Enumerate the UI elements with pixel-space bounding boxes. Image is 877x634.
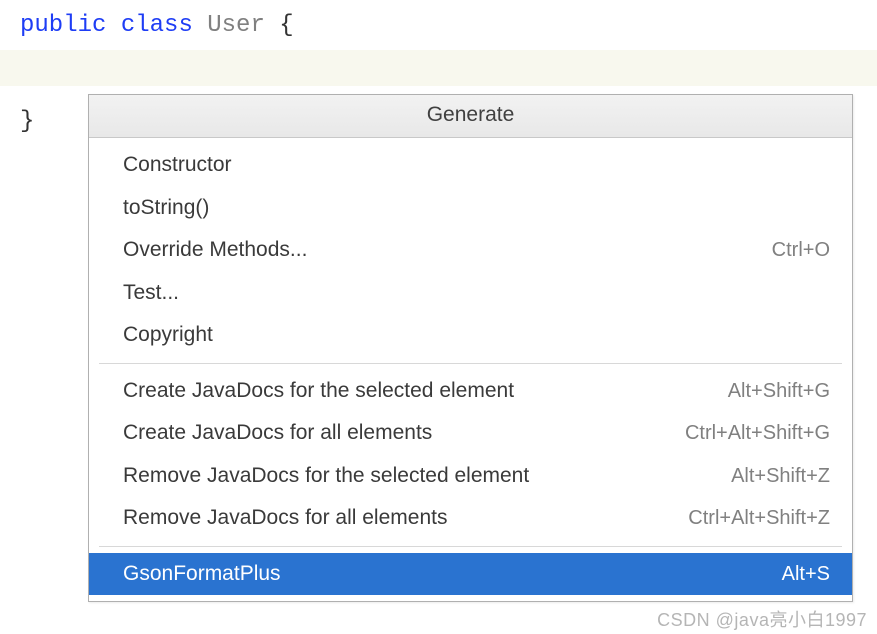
menu-item[interactable]: toString() bbox=[89, 187, 852, 230]
code-editor[interactable]: public class User { bbox=[0, 0, 877, 50]
menu-item-label: toString() bbox=[123, 192, 830, 225]
menu-item-shortcut: Alt+S bbox=[772, 559, 830, 590]
menu-item-label: Copyright bbox=[123, 319, 830, 352]
generate-popup: Generate Constructor toString() Override M… bbox=[88, 94, 853, 602]
menu-item-label: Create JavaDocs for the selected element bbox=[123, 375, 718, 408]
menu-item[interactable]: Create JavaDocs for all elementsCtrl+Alt… bbox=[89, 412, 852, 455]
menu-item-shortcut: Ctrl+Alt+Shift+G bbox=[675, 418, 830, 449]
menu-item-label: GsonFormatPlus bbox=[123, 558, 772, 591]
menu-item-shortcut: Alt+Shift+Z bbox=[721, 461, 830, 492]
class-name: User bbox=[207, 12, 265, 39]
menu-item-label: Constructor bbox=[123, 149, 830, 182]
menu-item-label: Create JavaDocs for all elements bbox=[123, 417, 675, 450]
menu-item[interactable]: Remove JavaDocs for the selected element… bbox=[89, 455, 852, 498]
menu-item-shortcut: Ctrl+Alt+Shift+Z bbox=[678, 503, 830, 534]
menu-item[interactable]: Remove JavaDocs for all elementsCtrl+Alt… bbox=[89, 497, 852, 540]
menu-item[interactable]: Override Methods...Ctrl+O bbox=[89, 229, 852, 272]
menu-item[interactable]: Test... bbox=[89, 272, 852, 315]
popup-group: GsonFormatPlusAlt+S bbox=[89, 547, 852, 602]
menu-item[interactable]: GsonFormatPlusAlt+S bbox=[89, 553, 852, 596]
menu-item-label: Remove JavaDocs for all elements bbox=[123, 502, 678, 535]
menu-item[interactable]: Constructor bbox=[89, 144, 852, 187]
code-line: public class User { bbox=[20, 8, 877, 50]
keyword-class: class bbox=[121, 12, 193, 39]
popup-title: Generate bbox=[89, 95, 852, 138]
open-brace: { bbox=[279, 12, 293, 39]
menu-item-label: Remove JavaDocs for the selected element bbox=[123, 460, 721, 493]
menu-item-label: Test... bbox=[123, 277, 830, 310]
watermark: CSDN @java亮小白1997 bbox=[657, 606, 867, 632]
popup-group: Create JavaDocs for the selected element… bbox=[89, 364, 852, 546]
menu-item[interactable]: Create JavaDocs for the selected element… bbox=[89, 370, 852, 413]
current-line-highlight bbox=[0, 50, 877, 86]
close-brace: } bbox=[20, 108, 34, 135]
popup-group: Constructor toString() Override Methods...… bbox=[89, 138, 852, 363]
popup-body: Constructor toString() Override Methods...… bbox=[89, 138, 852, 601]
menu-item-shortcut: Alt+Shift+G bbox=[718, 376, 830, 407]
menu-item-shortcut: Ctrl+O bbox=[762, 235, 830, 266]
menu-item-label: Override Methods... bbox=[123, 234, 762, 267]
menu-item[interactable]: Copyright bbox=[89, 314, 852, 357]
keyword-public: public bbox=[20, 12, 106, 39]
